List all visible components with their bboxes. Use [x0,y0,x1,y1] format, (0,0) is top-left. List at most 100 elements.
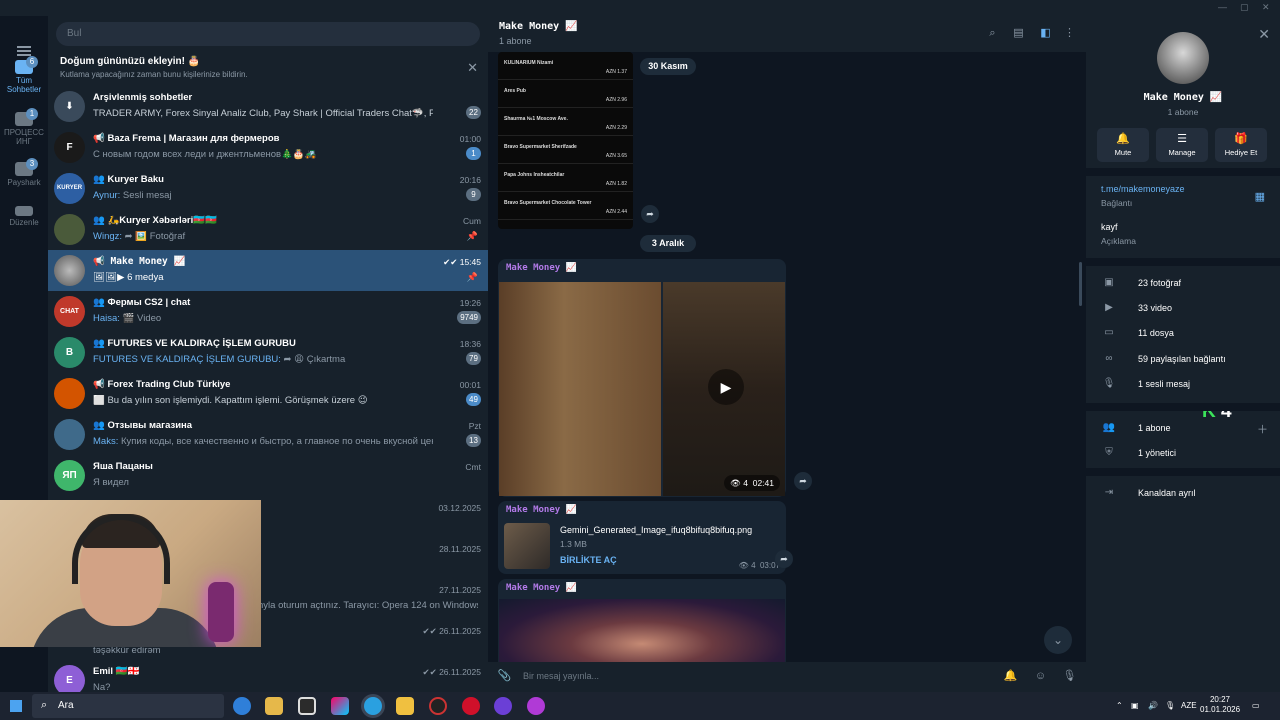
chat-item-futures[interactable]: B 👥 FUTURES VE KALDIRAÇ İŞLEM GURUBU FUT… [48,332,488,373]
members-admins[interactable]: ⛨ 1 yönetici [1086,442,1280,464]
chat-item-kuryer-baku[interactable]: KURYER 👥 Kuryer Baku Aynur: Sesli mesaj … [48,168,488,209]
folder-all-chats[interactable]: 6 Tüm Sohbetler [0,56,48,94]
channel-avatar[interactable] [1157,32,1209,84]
media-voice[interactable]: 🎙 1 sesli mesaj [1086,373,1280,395]
volume-icon[interactable]: 🔊 [1148,701,1158,710]
chat-time: 01:00 [459,134,481,144]
channel-subtitle: 1 abone [499,36,532,46]
chat-time: 20:16 [459,175,481,185]
avatar: CHAT [54,296,85,327]
folder-label: Düzenle [9,218,39,227]
manage-button[interactable]: ☰ Manage [1156,128,1208,162]
notification-bell-icon[interactable]: 🔔 [1003,669,1018,684]
chat-item-make-money[interactable]: 📢 Make Money 📈 🖼🖼▶ 6 medya ✔✔ 15:45 📌 [48,250,488,291]
live-stream-icon[interactable]: ▤ [1012,27,1025,40]
edge-icon[interactable] [233,697,251,715]
folder-process[interactable]: 1 ПРОЦЕСС ИНГ [0,108,48,146]
network-icon[interactable]: ▣ [1131,701,1139,710]
scroll-down-button[interactable]: ⌄ [1044,626,1072,654]
forward-icon[interactable]: ➦ [794,472,812,490]
emoji-icon[interactable]: ☺ [1033,669,1048,684]
chat-item-forex-trading[interactable]: 📢 Forex Trading Club Türkiye ⬜ Bu da yıl… [48,373,488,414]
chat-item-otzyvy[interactable]: 👥 Отзывы магазина Maks: Купия коды, все … [48,414,488,455]
file-name[interactable]: Gemini_Generated_Image_ifuq8bifuq8bifuq.… [560,525,752,535]
menu-icon[interactable] [17,46,31,56]
maximize-icon[interactable]: ▢ [1240,2,1249,13]
unread-badge: 9749 [457,311,481,324]
image-post[interactable]: Make Money 📈 [498,579,786,662]
folder-icon[interactable] [396,697,414,715]
leave-channel-button[interactable]: ⇥ Kanaldan ayrıl [1086,482,1280,504]
search-icon: ⌕ [41,699,48,711]
close-icon[interactable]: ✕ [1258,26,1270,43]
opera-icon[interactable] [462,697,480,715]
post-image[interactable] [499,599,785,662]
capcut-icon[interactable] [298,697,316,715]
conversation-header[interactable]: Make Money 📈 1 abone ⌕ ▤ ◧ ⋮ [488,16,1086,52]
taskbar-clock[interactable]: 20:27 01.01.2026 [1200,695,1240,715]
chat-item-baza-frema[interactable]: F 📢 Baza Frema | Магазин для фермеров С … [48,127,488,168]
language-indicator[interactable]: AZE [1181,701,1197,710]
media-files[interactable]: ▭ 11 dosya [1086,322,1280,344]
copilot-icon[interactable] [331,697,349,715]
receipt-name: Bravo Supermarket Sherifzade [504,144,577,150]
close-window-icon[interactable]: ✕ [1262,2,1270,13]
add-user-icon[interactable]: ＋ [1257,421,1268,437]
file-thumbnail[interactable] [504,523,550,569]
app-icon[interactable] [494,697,512,715]
app-icon[interactable] [527,697,545,715]
store-icon[interactable] [265,697,283,715]
search-input[interactable]: Bul [56,22,480,46]
folder-payshark[interactable]: 3 Payshark [0,158,48,187]
forward-icon[interactable]: ➦ [641,205,659,223]
media-videos[interactable]: ▶ 33 video [1086,297,1280,319]
tray-chevron-icon[interactable]: ⌃ [1116,701,1123,710]
receipt-image[interactable]: KULINARIUM Nizami AZN 1.37 Ares Pub AZN 2.… [498,52,633,229]
sidebar-toggle-icon[interactable]: ◧ [1039,27,1052,40]
chat-time: ✔✔ 26.11.2025 [422,626,481,636]
chat-item-fermy-cs2[interactable]: CHAT 👥 Фермы CS2 | chat Haisa: 🎬 Video 1… [48,291,488,332]
obs-icon[interactable] [429,697,447,715]
unread-badge: 13 [466,434,481,447]
message-input[interactable]: Bir mesaj yayınla... [523,671,599,681]
folder-edit[interactable]: Düzenle [0,206,48,227]
search-icon[interactable]: ⌕ [986,27,999,40]
chat-preview: Haisa: 🎬 Video [93,313,162,324]
channel-link[interactable]: t.me/makemoneyaze [1101,184,1185,194]
pin-icon: 📌 [466,231,478,241]
microphone-icon[interactable]: 🎙 [1062,669,1077,684]
windows-start-icon[interactable] [10,700,22,712]
post-photo[interactable] [499,282,661,496]
avatar: ЯП [54,460,85,491]
more-icon[interactable]: ⋮ [1063,27,1076,40]
chat-time: Cmt [465,462,481,472]
sliders-icon [15,206,33,216]
open-with-button[interactable]: BİRLİKTE AÇ [560,555,617,565]
attach-icon[interactable]: 📎 [497,669,512,684]
file-post[interactable]: Make Money 📈 Gemini_Generated_Image_ifuq… [498,501,786,574]
media-links[interactable]: ∞ 59 paylaşılan bağlantı [1086,348,1280,370]
gift-button[interactable]: 🎁 Hediye Et [1215,128,1267,162]
qr-code-icon[interactable]: ▦ [1255,190,1265,203]
telegram-icon[interactable] [364,697,382,715]
chat-item-archived[interactable]: ⬇ Arşivlenmiş sohbetler TRADER ARMY, For… [48,86,488,127]
mute-button[interactable]: 🔔 Mute [1097,128,1149,162]
scrollbar[interactable] [1079,262,1082,306]
forward-icon[interactable]: ➦ [775,550,793,568]
chat-item-kuryer-xeberleri[interactable]: 👥 🛵Kuryer Xəbərləri🇦🇿🇦🇿 Wingz: ➦ 🖼️ Foto… [48,209,488,250]
play-icon[interactable]: ▶ [708,369,744,405]
video-post[interactable]: Make Money 📈 ▶ 👁 4 02:41 [498,259,786,497]
taskbar-search[interactable]: ⌕ Ara [32,694,224,718]
chat-preview: ⬜ Bu da yılın son işlemiydi. Kapattım iş… [93,395,368,406]
microphone-icon[interactable]: 🎙 [1165,701,1175,710]
birthday-banner[interactable]: Doğum gününüzü ekleyin! 🎂 Kutlama yapaca… [48,52,488,84]
media-photos[interactable]: ▣ 23 fotoğraf [1086,272,1280,294]
folder-badge: 6 [26,56,38,68]
close-icon[interactable]: ✕ [467,60,478,76]
members-subscribers[interactable]: 👥 1 abone ＋ [1086,417,1280,439]
notification-icon[interactable]: ▭ [1252,701,1260,710]
date-divider: 3 Aralık [640,235,696,252]
date-divider: 30 Kasım [640,58,696,75]
chat-item-yasha[interactable]: ЯП Яша Пацаны Я видел Cmt [48,455,488,496]
minimize-icon[interactable]: — [1218,2,1227,12]
